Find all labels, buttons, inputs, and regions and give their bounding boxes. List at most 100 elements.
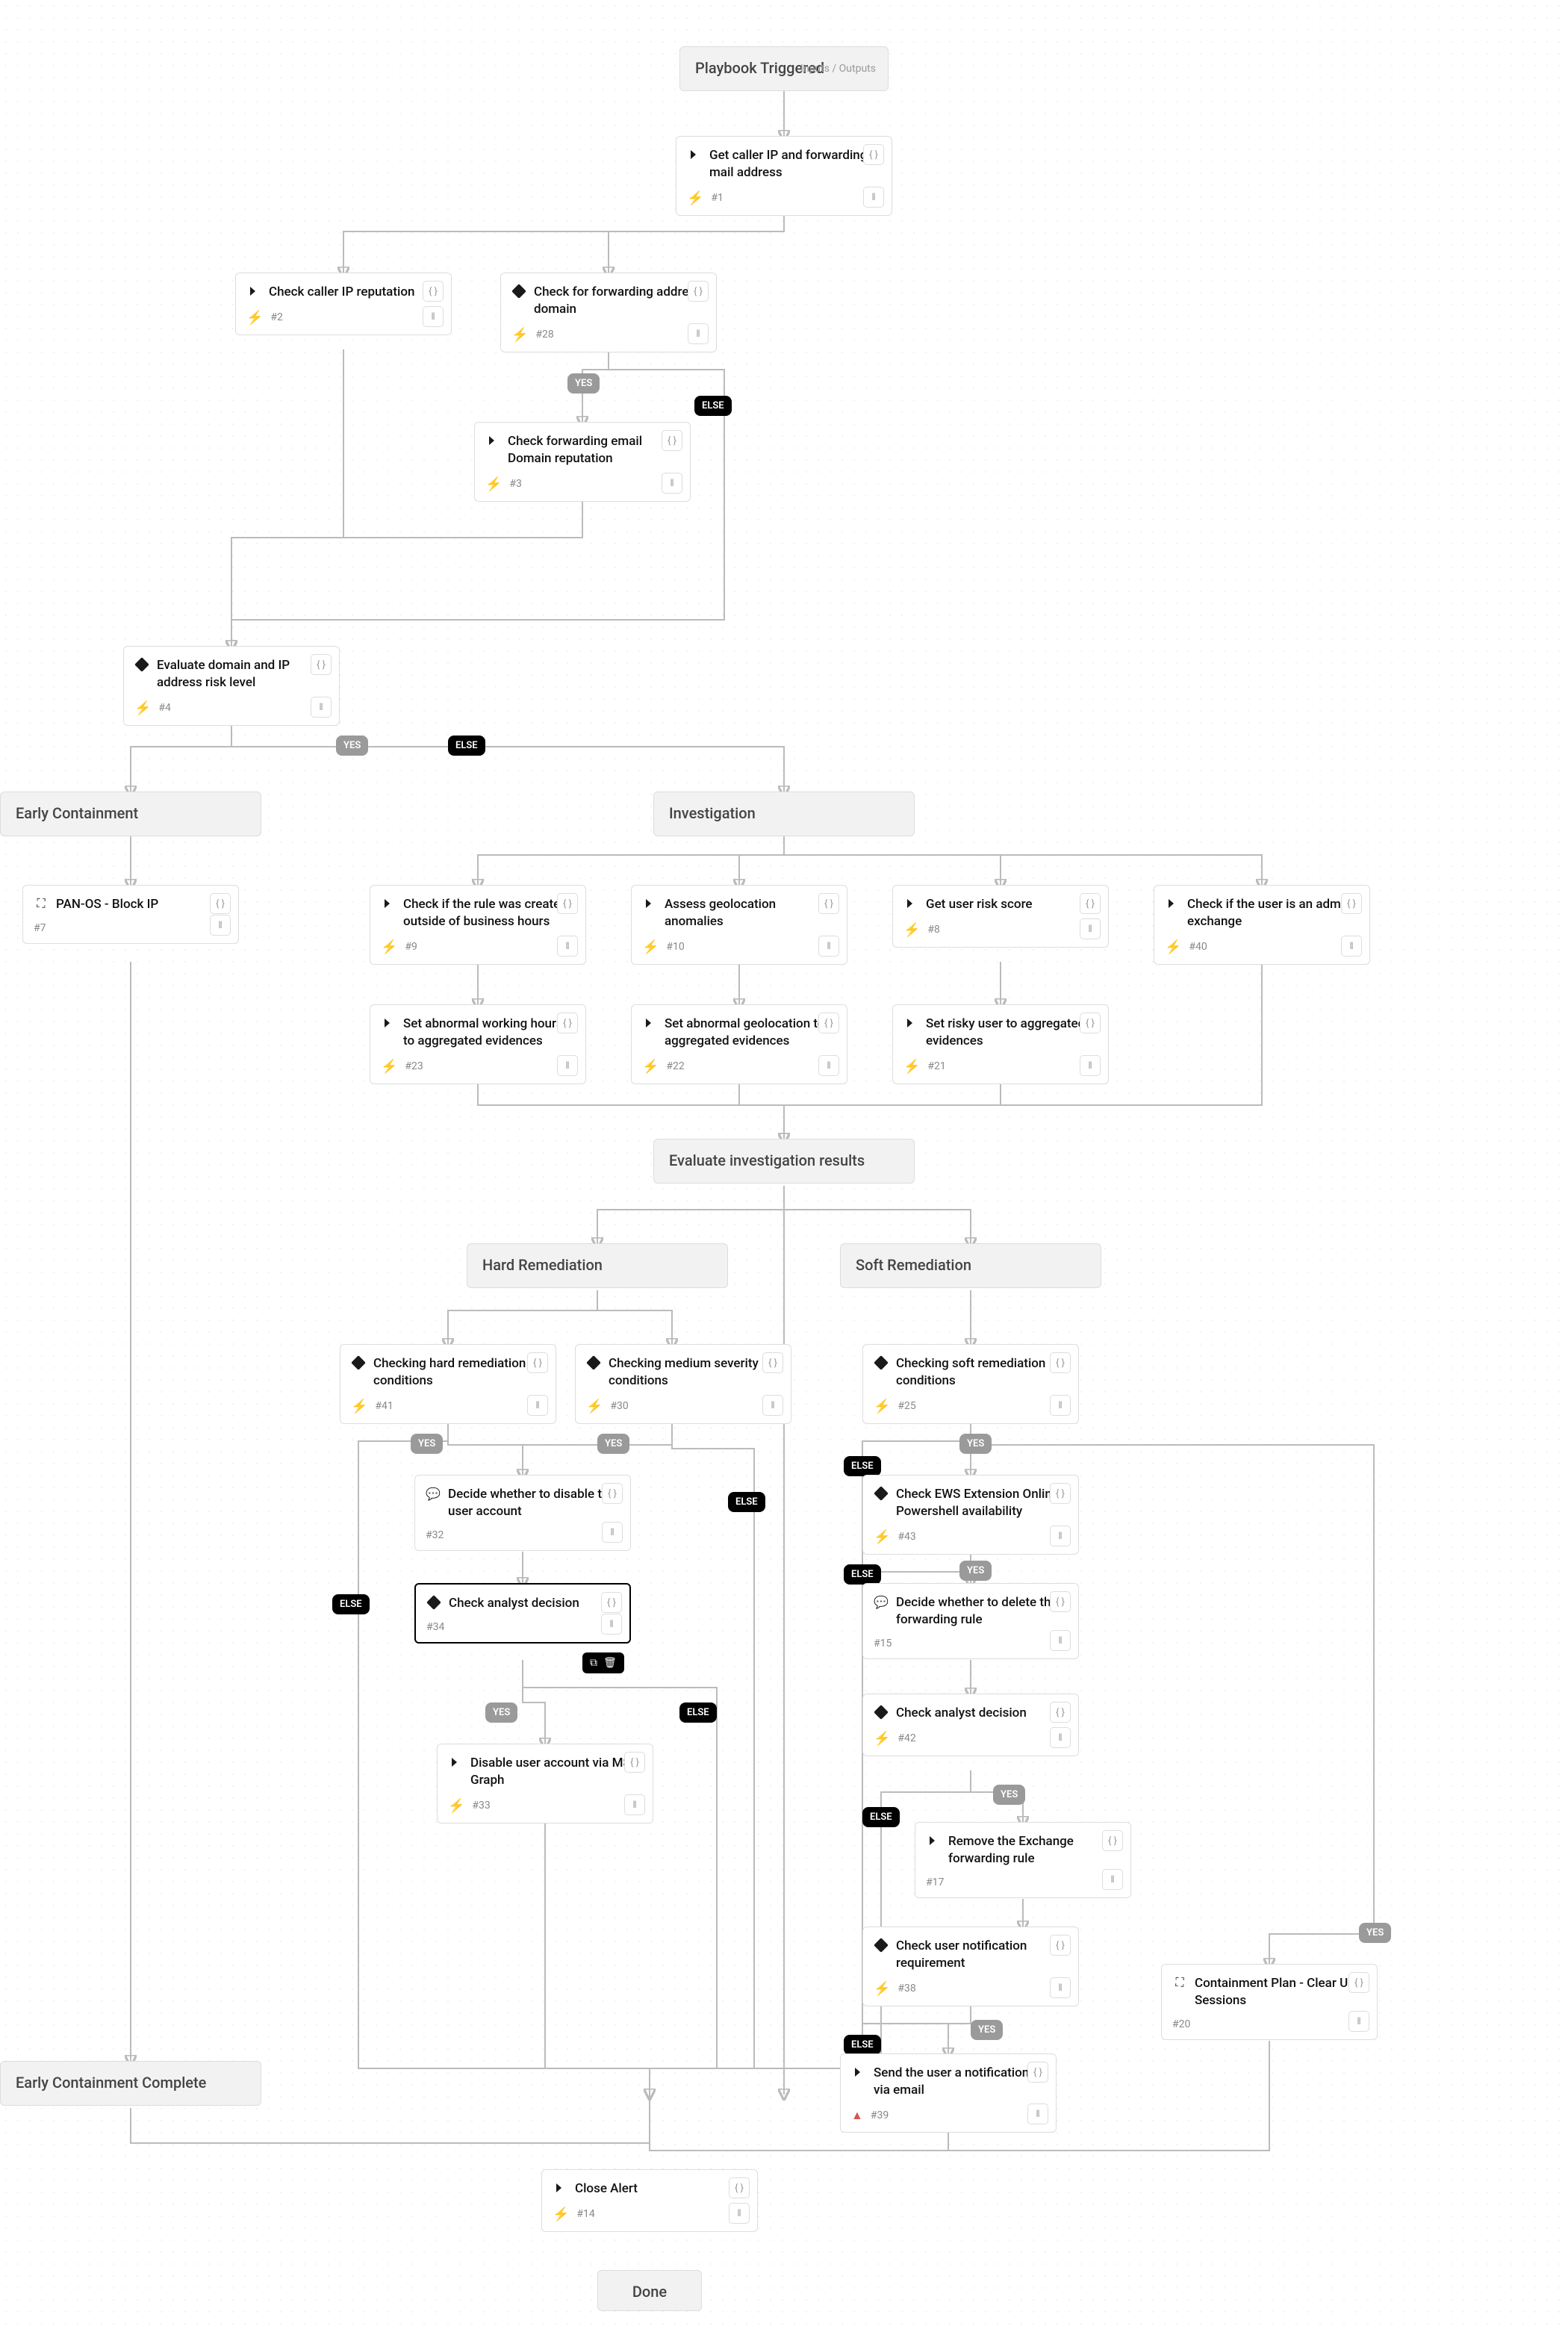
- code-icon[interactable]: { }: [311, 654, 332, 675]
- code-icon[interactable]: { }: [557, 1013, 578, 1033]
- task-n4[interactable]: Evaluate domain and IP address risk leve…: [123, 646, 340, 726]
- branch-yes: YES: [1359, 1923, 1391, 1943]
- task-n23[interactable]: Set abnormal working hours to aggregated…: [370, 1004, 586, 1084]
- code-icon[interactable]: { }: [1102, 1830, 1123, 1851]
- diamond-icon: [874, 1355, 889, 1370]
- code-icon[interactable]: { }: [762, 1352, 783, 1373]
- task-n14[interactable]: Close Alert ⚡#14 { } ‖: [541, 2169, 758, 2232]
- early-containment-section[interactable]: Early Containment: [0, 792, 261, 836]
- code-icon[interactable]: { }: [818, 893, 839, 914]
- code-icon[interactable]: { }: [423, 281, 444, 302]
- pause-icon[interactable]: ‖: [762, 1395, 783, 1416]
- task-n10[interactable]: Assess geolocation anomalies ⚡#10 { } ‖: [631, 885, 847, 965]
- pause-icon[interactable]: ‖: [1027, 2103, 1048, 2124]
- pause-icon[interactable]: ‖: [688, 323, 709, 344]
- pause-icon[interactable]: ‖: [1050, 1526, 1071, 1546]
- delete-icon[interactable]: 🗑: [603, 1657, 617, 1669]
- task-n39[interactable]: Send the user a notification via email ▲…: [840, 2053, 1057, 2133]
- task-label: PAN-OS - Block IP: [56, 896, 228, 913]
- pause-icon[interactable]: ‖: [1050, 1977, 1071, 1998]
- pause-icon[interactable]: ‖: [729, 2203, 750, 2224]
- pause-icon[interactable]: ‖: [1102, 1869, 1123, 1890]
- code-icon[interactable]: { }: [602, 1483, 623, 1504]
- task-n2[interactable]: Check caller IP reputation ⚡#2 { } ‖: [235, 273, 452, 335]
- task-n20[interactable]: ⛶Containment Plan - Clear User Sessions …: [1161, 1964, 1378, 2040]
- pause-icon[interactable]: ‖: [1050, 1630, 1071, 1651]
- task-n33[interactable]: Disable user account via MS-Graph ⚡#33 {…: [437, 1744, 653, 1823]
- hard-remediation-section[interactable]: Hard Remediation: [467, 1243, 728, 1288]
- bolt-icon: ⚡: [511, 327, 528, 343]
- investigation-section[interactable]: Investigation: [653, 792, 915, 836]
- task-n40[interactable]: Check if the user is an admin exchange ⚡…: [1154, 885, 1370, 965]
- code-icon[interactable]: { }: [601, 1592, 622, 1613]
- chevron-icon: [926, 1833, 941, 1848]
- pause-icon[interactable]: ‖: [863, 187, 884, 208]
- code-icon[interactable]: { }: [1050, 1352, 1071, 1373]
- task-n3[interactable]: Check forwarding email Domain reputation…: [474, 422, 691, 502]
- code-icon[interactable]: { }: [1050, 1935, 1071, 1956]
- node-popover[interactable]: ⧉🗑: [582, 1652, 624, 1673]
- pause-icon[interactable]: ‖: [601, 1614, 622, 1635]
- code-icon[interactable]: { }: [527, 1352, 548, 1373]
- code-icon[interactable]: { }: [557, 893, 578, 914]
- pause-icon[interactable]: ‖: [662, 473, 682, 494]
- task-n8[interactable]: Get user risk score ⚡#8 { } ‖: [892, 885, 1109, 948]
- code-icon[interactable]: { }: [1341, 893, 1362, 914]
- task-n38[interactable]: Check user notification requirement ⚡#38…: [862, 1927, 1079, 2006]
- code-icon[interactable]: { }: [1348, 1972, 1369, 1993]
- pause-icon[interactable]: ‖: [818, 1055, 839, 1076]
- pause-icon[interactable]: ‖: [557, 1055, 578, 1076]
- task-n15[interactable]: 💬Decide whether to delete the forwarding…: [862, 1583, 1079, 1659]
- pause-icon[interactable]: ‖: [1080, 918, 1101, 939]
- task-n17[interactable]: Remove the Exchange forwarding rule #17 …: [915, 1822, 1131, 1898]
- code-icon[interactable]: { }: [863, 144, 884, 165]
- pause-icon[interactable]: ‖: [527, 1395, 548, 1416]
- copy-icon[interactable]: ⧉: [590, 1657, 597, 1669]
- task-n32[interactable]: 💬Decide whether to disable the user acco…: [414, 1475, 631, 1551]
- pause-icon[interactable]: ‖: [624, 1794, 645, 1815]
- code-icon[interactable]: { }: [688, 281, 709, 302]
- code-icon[interactable]: { }: [1027, 2062, 1048, 2083]
- code-icon[interactable]: { }: [1080, 893, 1101, 914]
- task-n30[interactable]: Checking medium severity conditions ⚡#30…: [575, 1344, 791, 1424]
- code-icon[interactable]: { }: [662, 430, 682, 451]
- pause-icon[interactable]: ‖: [1050, 1395, 1071, 1416]
- task-n34[interactable]: Check analyst decision #34 { } ‖: [414, 1583, 631, 1644]
- code-icon[interactable]: { }: [1080, 1013, 1101, 1033]
- task-n28[interactable]: Check for forwarding address domain ⚡#28…: [500, 273, 717, 352]
- task-n9[interactable]: Check if the rule was created outside of…: [370, 885, 586, 965]
- task-n7[interactable]: ⛶PAN-OS - Block IP #7 { } ‖: [22, 885, 239, 944]
- soft-remediation-section[interactable]: Soft Remediation: [840, 1243, 1101, 1288]
- code-icon[interactable]: { }: [1050, 1483, 1071, 1504]
- task-n22[interactable]: Set abnormal geolocation to aggregated e…: [631, 1004, 847, 1084]
- bolt-icon: ⚡: [874, 1731, 890, 1747]
- pause-icon[interactable]: ‖: [1050, 1727, 1071, 1748]
- task-n21[interactable]: Set risky user to aggregated evidences ⚡…: [892, 1004, 1109, 1084]
- pause-icon[interactable]: ‖: [423, 306, 444, 327]
- bolt-icon: ⚡: [642, 939, 659, 955]
- code-icon[interactable]: { }: [1050, 1702, 1071, 1723]
- playbook-triggered-header[interactable]: Playbook Triggered Inputs / Outputs: [679, 46, 889, 91]
- pause-icon[interactable]: ‖: [1341, 936, 1362, 957]
- task-n1[interactable]: Get caller IP and forwarding mail addres…: [676, 136, 892, 216]
- pause-icon[interactable]: ‖: [210, 915, 231, 936]
- pause-icon[interactable]: ‖: [557, 936, 578, 957]
- done-section[interactable]: Done: [597, 2270, 702, 2311]
- task-n41[interactable]: Checking hard remediation conditions ⚡#4…: [340, 1344, 556, 1424]
- code-icon[interactable]: { }: [1050, 1591, 1071, 1612]
- pause-icon[interactable]: ‖: [1348, 2011, 1369, 2032]
- pause-icon[interactable]: ‖: [1080, 1055, 1101, 1076]
- task-n25[interactable]: Checking soft remediation conditions ⚡#2…: [862, 1344, 1079, 1424]
- evaluate-investigation-section[interactable]: Evaluate investigation results: [653, 1139, 915, 1184]
- code-icon[interactable]: { }: [818, 1013, 839, 1033]
- early-containment-complete-section[interactable]: Early Containment Complete: [0, 2061, 261, 2106]
- pause-icon[interactable]: ‖: [818, 936, 839, 957]
- code-icon[interactable]: { }: [729, 2177, 750, 2198]
- code-icon[interactable]: { }: [624, 1752, 645, 1773]
- pause-icon[interactable]: ‖: [311, 697, 332, 718]
- task-n42[interactable]: Check analyst decision ⚡#42 { } ‖: [862, 1694, 1079, 1756]
- code-icon[interactable]: { }: [210, 893, 231, 914]
- task-label: Check analyst decision: [896, 1705, 1068, 1722]
- pause-icon[interactable]: ‖: [602, 1522, 623, 1543]
- task-n43[interactable]: Check EWS Extension Online Powershell av…: [862, 1475, 1079, 1555]
